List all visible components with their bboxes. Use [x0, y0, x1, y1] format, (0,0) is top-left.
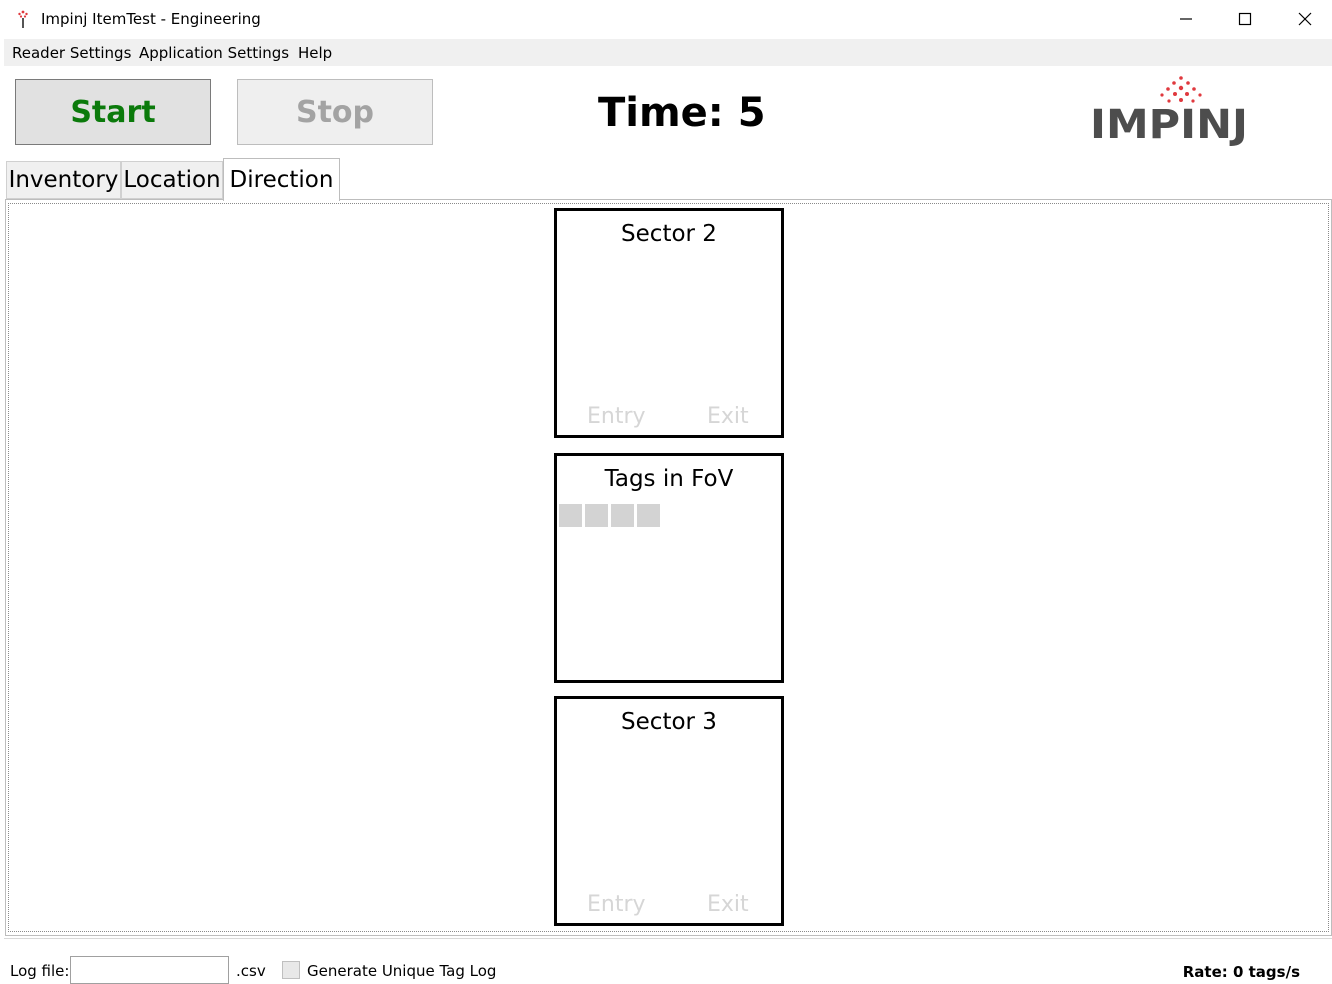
menu-application-settings[interactable]: Application Settings — [139, 44, 289, 62]
sector-2-entry: Entry — [587, 404, 646, 429]
logo-wordmark: IMPINJ — [1090, 102, 1248, 146]
tag-indicator — [611, 504, 634, 527]
tab-location[interactable]: Location — [121, 161, 223, 199]
sector-3-exit: Exit — [707, 892, 749, 917]
sector-3-title: Sector 3 — [621, 709, 717, 735]
tab-direction[interactable]: Direction — [223, 158, 340, 201]
minimize-icon — [1180, 18, 1192, 20]
title-bar: Impinj ItemTest - Engineering — [0, 0, 1332, 38]
tab-inventory[interactable]: Inventory — [6, 161, 121, 199]
stop-button[interactable]: Stop — [237, 79, 433, 145]
log-file-input[interactable] — [70, 956, 229, 984]
bottom-divider — [4, 938, 1332, 939]
impinj-app-icon — [18, 10, 28, 28]
app-window: Impinj ItemTest - Engineering Reader Set… — [0, 0, 1332, 984]
sector-3-box: Sector 3 Entry Exit — [554, 696, 784, 926]
sector-2-exit: Exit — [707, 404, 749, 429]
maximize-button[interactable] — [1215, 0, 1275, 38]
menu-help[interactable]: Help — [298, 44, 332, 62]
sector-2-title: Sector 2 — [621, 221, 717, 247]
minimize-button[interactable] — [1156, 0, 1216, 38]
close-button[interactable] — [1275, 0, 1332, 38]
tag-rate: Rate: 0 tags/s — [1182, 963, 1300, 981]
csv-extension-label: .csv — [236, 962, 266, 980]
menu-reader-settings[interactable]: Reader Settings — [12, 44, 131, 62]
unique-tag-log-label[interactable]: Generate Unique Tag Log — [307, 962, 496, 980]
start-button[interactable]: Start — [15, 79, 211, 145]
menu-bar: Reader Settings Application Settings Hel… — [4, 39, 1332, 66]
impinj-logo: IMPINJ — [1090, 76, 1248, 146]
unique-tag-log-checkbox[interactable] — [282, 961, 300, 979]
tags-in-fov-box: Tags in FoV — [554, 453, 784, 683]
tags-in-fov-title: Tags in FoV — [604, 466, 734, 492]
window-title: Impinj ItemTest - Engineering — [41, 10, 261, 28]
tag-indicator — [637, 504, 660, 527]
sector-3-entry: Entry — [587, 892, 646, 917]
tag-indicator — [585, 504, 608, 527]
log-file-label: Log file: — [10, 962, 70, 980]
sector-2-box: Sector 2 Entry Exit — [554, 208, 784, 438]
close-icon — [1298, 12, 1312, 26]
tag-indicator-row — [559, 504, 660, 527]
elapsed-time: Time: 5 — [598, 90, 766, 136]
maximize-icon — [1238, 12, 1252, 26]
tag-indicator — [559, 504, 582, 527]
